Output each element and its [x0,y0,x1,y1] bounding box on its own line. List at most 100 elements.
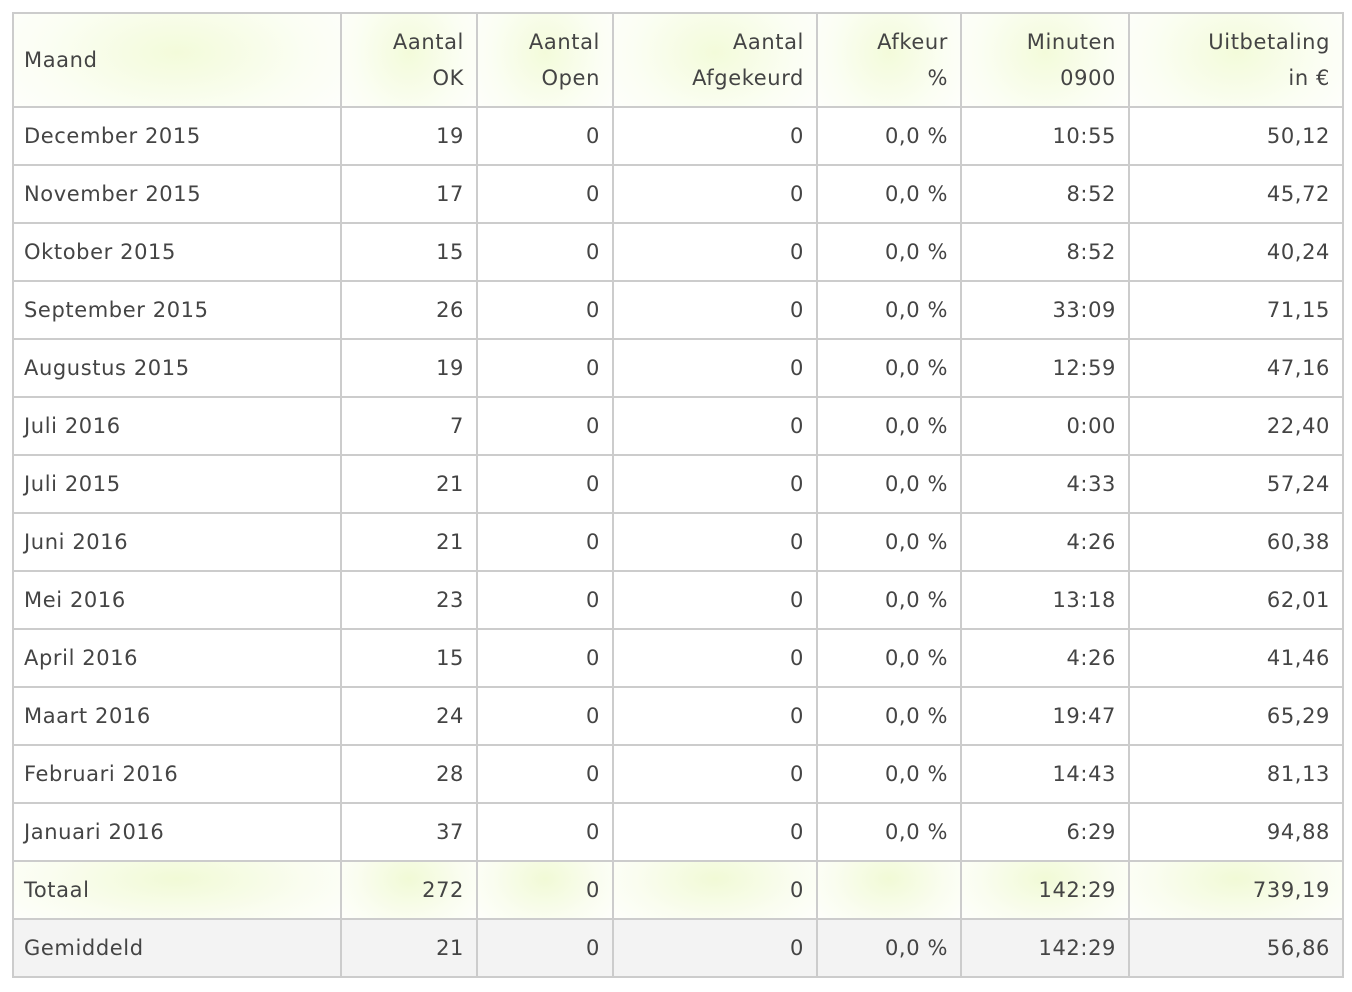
header-aantal-ok[interactable]: Aantal OK [340,12,478,108]
header-maand[interactable]: Maand [12,12,342,108]
cell-average-label: Gemiddeld [12,918,342,978]
cell-afkeur-percentage: 0,0 % [816,396,962,456]
cell-aantal-open: 0 [476,512,614,572]
cell-total-uitbetaling: 739,19 [1128,860,1344,920]
cell-average-minuten: 142:29 [960,918,1130,978]
cell-afkeur-percentage: 0,0 % [816,338,962,398]
table-header-row: Maand Aantal OK Aantal Open Aantal Afgek… [12,12,1344,108]
cell-maand: Juli 2016 [12,396,342,456]
cell-minuten: 4:33 [960,454,1130,514]
cell-total-label: Totaal [12,860,342,920]
header-line: Uitbetaling [1208,30,1330,54]
cell-aantal-afgekeurd: 0 [612,396,818,456]
header-afkeur-percentage[interactable]: Afkeur % [816,12,962,108]
cell-afkeur-percentage: 0,0 % [816,106,962,166]
cell-aantal-afgekeurd: 0 [612,164,818,224]
cell-minuten: 10:55 [960,106,1130,166]
cell-minuten: 14:43 [960,744,1130,804]
cell-uitbetaling: 71,15 [1128,280,1344,340]
cell-afkeur-percentage: 0,0 % [816,164,962,224]
header-aantal-open[interactable]: Aantal Open [476,12,614,108]
cell-maand: Mei 2016 [12,570,342,630]
cell-aantal-open: 0 [476,628,614,688]
cell-maand: December 2015 [12,106,342,166]
cell-average-uitbetaling: 56,86 [1128,918,1344,978]
cell-maand: September 2015 [12,280,342,340]
header-line: Minuten [1026,30,1116,54]
cell-maand: Augustus 2015 [12,338,342,398]
cell-aantal-open: 0 [476,454,614,514]
cell-minuten: 4:26 [960,628,1130,688]
cell-minuten: 13:18 [960,570,1130,630]
cell-aantal-open: 0 [476,802,614,862]
header-aantal-afgekeurd[interactable]: Aantal Afgekeurd [612,12,818,108]
cell-aantal-ok: 19 [340,106,478,166]
cell-aantal-open: 0 [476,686,614,746]
cell-aantal-ok: 17 [340,164,478,224]
cell-aantal-afgekeurd: 0 [612,628,818,688]
cell-aantal-ok: 37 [340,802,478,862]
cell-afkeur-percentage: 0,0 % [816,222,962,282]
table-row: Mei 2016 23 0 0 0,0 % 13:18 62,01 [12,570,1344,630]
cell-total-minuten: 142:29 [960,860,1130,920]
header-minuten-0900[interactable]: Minuten 0900 [960,12,1130,108]
cell-uitbetaling: 62,01 [1128,570,1344,630]
cell-afkeur-percentage: 0,0 % [816,802,962,862]
cell-minuten: 4:26 [960,512,1130,572]
cell-minuten: 8:52 [960,164,1130,224]
cell-minuten: 8:52 [960,222,1130,282]
cell-maand: Januari 2016 [12,802,342,862]
cell-uitbetaling: 41,46 [1128,628,1344,688]
cell-maand: April 2016 [12,628,342,688]
cell-aantal-afgekeurd: 0 [612,686,818,746]
cell-maand: Februari 2016 [12,744,342,804]
header-line: Afgekeurd [692,66,804,90]
cell-minuten: 33:09 [960,280,1130,340]
cell-aantal-open: 0 [476,280,614,340]
table-row: Juli 2015 21 0 0 0,0 % 4:33 57,24 [12,454,1344,514]
table-row: September 2015 26 0 0 0,0 % 33:09 71,15 [12,280,1344,340]
cell-aantal-ok: 21 [340,454,478,514]
cell-aantal-afgekeurd: 0 [612,512,818,572]
cell-afkeur-percentage: 0,0 % [816,280,962,340]
stats-table-container: Maand Aantal OK Aantal Open Aantal Afgek… [12,12,1344,978]
monthly-statistics-table: Maand Aantal OK Aantal Open Aantal Afgek… [12,12,1344,978]
cell-uitbetaling: 65,29 [1128,686,1344,746]
header-line: 0900 [1060,66,1116,90]
average-row: Gemiddeld 21 0 0 0,0 % 142:29 56,86 [12,918,1344,978]
cell-aantal-open: 0 [476,222,614,282]
header-line: Aantal [528,30,600,54]
cell-maand: Maart 2016 [12,686,342,746]
cell-uitbetaling: 81,13 [1128,744,1344,804]
header-line: Open [541,66,600,90]
cell-afkeur-percentage: 0,0 % [816,454,962,514]
header-line: % [927,66,948,90]
header-line: Aantal [392,30,464,54]
cell-total-aantal-open: 0 [476,860,614,920]
cell-aantal-afgekeurd: 0 [612,338,818,398]
cell-maand: November 2015 [12,164,342,224]
cell-aantal-ok: 15 [340,222,478,282]
cell-aantal-open: 0 [476,744,614,804]
cell-aantal-ok: 19 [340,338,478,398]
cell-aantal-open: 0 [476,164,614,224]
table-row: Juni 2016 21 0 0 0,0 % 4:26 60,38 [12,512,1344,572]
cell-aantal-open: 0 [476,570,614,630]
cell-aantal-afgekeurd: 0 [612,802,818,862]
cell-aantal-open: 0 [476,338,614,398]
cell-aantal-ok: 26 [340,280,478,340]
header-uitbetaling[interactable]: Uitbetaling in € [1128,12,1344,108]
cell-average-aantal-afgekeurd: 0 [612,918,818,978]
cell-aantal-afgekeurd: 0 [612,454,818,514]
cell-uitbetaling: 60,38 [1128,512,1344,572]
cell-average-aantal-ok: 21 [340,918,478,978]
header-line: in € [1288,66,1330,90]
table-row: Januari 2016 37 0 0 0,0 % 6:29 94,88 [12,802,1344,862]
cell-minuten: 19:47 [960,686,1130,746]
cell-minuten: 0:00 [960,396,1130,456]
table-row: Juli 2016 7 0 0 0,0 % 0:00 22,40 [12,396,1344,456]
header-line: OK [432,66,464,90]
cell-total-afkeur-percentage [816,860,962,920]
cell-aantal-afgekeurd: 0 [612,222,818,282]
cell-aantal-ok: 7 [340,396,478,456]
